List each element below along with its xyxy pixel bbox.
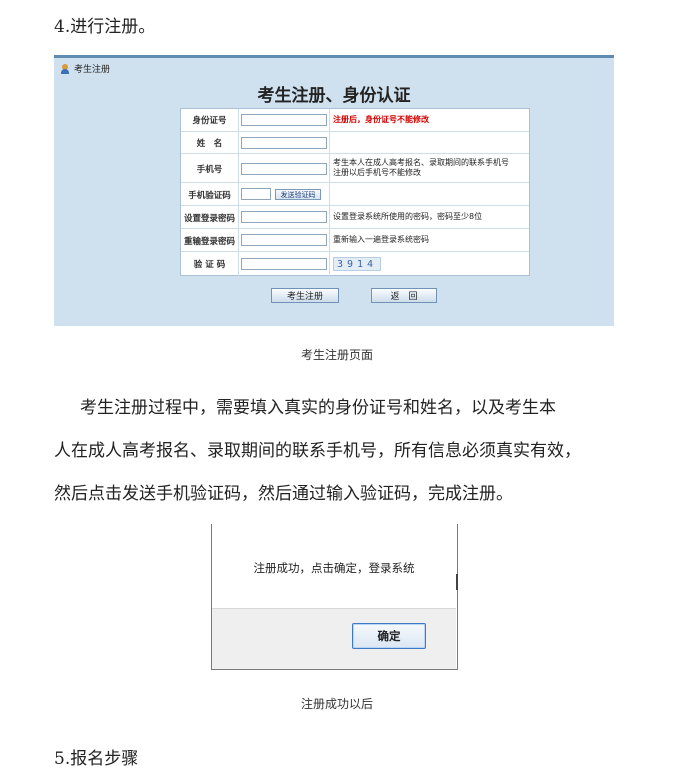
row-divider <box>329 229 330 252</box>
name-label: 姓 名 <box>181 132 239 154</box>
user-icon <box>60 63 70 74</box>
row-divider <box>329 206 330 229</box>
panel-title: 考生注册 <box>74 65 111 75</box>
row-divider <box>329 154 330 183</box>
phone-hint-line2: 注册以后手机号不能修改 <box>333 168 421 177</box>
caption-register-page: 考生注册页面 <box>300 348 373 362</box>
phone-label: 手机号 <box>181 154 239 183</box>
step4-heading: 4.进行注册。 <box>54 17 156 37</box>
paragraph-line: 考生注册过程中，需要填入真实的身份证号和姓名，以及考生本 <box>80 398 556 418</box>
sms-code-input[interactable] <box>241 188 271 200</box>
captcha-input[interactable] <box>241 258 327 270</box>
row-divider <box>329 109 330 131</box>
password-label: 设置登录密码 <box>181 206 239 229</box>
panel-top-border <box>54 55 614 58</box>
row-confirm-password: 重输登录密码 重新输入一遍登录系统密码 <box>181 228 529 252</box>
back-button[interactable]: 返 回 <box>371 288 437 303</box>
row-divider <box>329 252 330 276</box>
submit-register-button[interactable]: 考生注册 <box>271 288 339 303</box>
phone-input[interactable] <box>241 163 327 175</box>
confirm-password-input[interactable] <box>241 234 327 246</box>
confirm-password-hint: 重新输入一遍登录系统密码 <box>333 235 429 244</box>
id-number-label: 身份证号 <box>181 109 239 131</box>
id-number-hint: 注册后，身份证号不能修改 <box>333 115 429 124</box>
form-title: 考生注册、身份认证 <box>257 86 411 106</box>
caption-success: 注册成功以后 <box>300 697 373 711</box>
confirm-password-label: 重输登录密码 <box>181 229 239 252</box>
row-sms-code: 手机验证码 发送验证码 <box>181 182 529 206</box>
step5-heading: 5.报名步骤 <box>54 749 139 769</box>
sms-code-label: 手机验证码 <box>181 183 239 206</box>
row-phone: 手机号 考生本人在成人高考报名、录取期间的联系手机号 注册以后手机号不能修改 <box>181 153 529 183</box>
password-input[interactable] <box>241 211 327 223</box>
send-sms-button[interactable]: 发送验证码 <box>275 189 321 200</box>
paragraph-line: 人在成人高考报名、录取期间的联系手机号，所有信息必须真实有效， <box>54 441 581 461</box>
dialog-message: 注册成功，点击确定，登录系统 <box>253 561 415 575</box>
name-input[interactable] <box>241 137 327 149</box>
row-captcha: 验 证 码 3914 <box>181 251 529 276</box>
register-form: 身份证号 注册后，身份证号不能修改 姓 名 手机号 考生本人在成人高考报名、录取… <box>180 108 530 276</box>
id-number-input[interactable] <box>241 114 327 126</box>
row-password: 设置登录密码 设置登录系统所使用的密码，密码至少8位 <box>181 205 529 229</box>
row-divider <box>329 183 330 206</box>
dialog-edge-mark <box>456 574 458 590</box>
phone-hint-line1: 考生本人在成人高考报名、录取期间的联系手机号 <box>333 158 509 167</box>
row-id-number: 身份证号 注册后，身份证号不能修改 <box>181 109 529 131</box>
captcha-label: 验 证 码 <box>181 252 239 276</box>
panel-header: 考生注册 <box>60 62 110 75</box>
row-name: 姓 名 <box>181 131 529 154</box>
password-hint: 设置登录系统所使用的密码，密码至少8位 <box>333 212 483 221</box>
row-divider <box>329 132 330 154</box>
captcha-image[interactable]: 3914 <box>333 257 381 271</box>
paragraph-line: 然后点击发送手机验证码，然后通过输入验证码，完成注册。 <box>54 484 513 504</box>
ok-button[interactable]: 确定 <box>352 623 426 649</box>
